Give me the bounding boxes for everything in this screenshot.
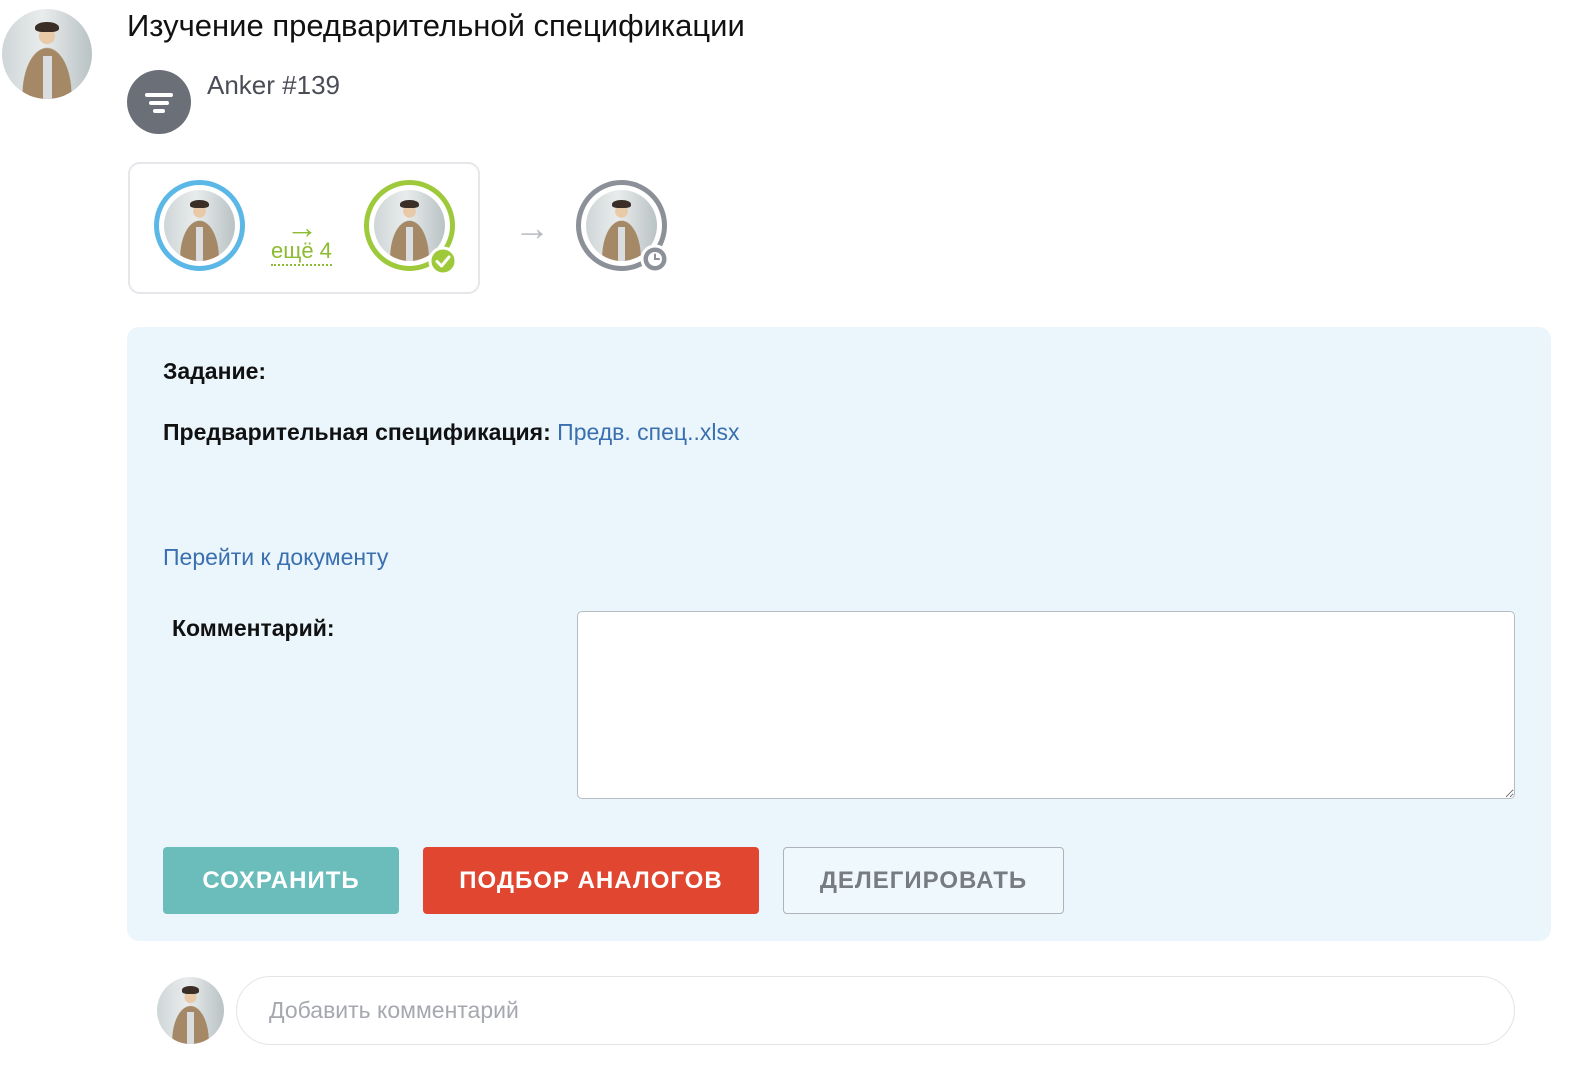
clock-icon — [640, 244, 670, 274]
spec-row: Предварительная спецификация: Предв. спе… — [163, 419, 740, 446]
current-user-avatar — [157, 977, 224, 1044]
author-avatar[interactable] — [2, 9, 92, 99]
comment-textarea[interactable] — [577, 611, 1515, 799]
comment-label: Комментарий: — [172, 615, 335, 641]
route-step-current[interactable] — [154, 180, 245, 271]
check-icon — [428, 246, 458, 276]
add-comment-input[interactable] — [236, 976, 1515, 1045]
goto-document-link[interactable]: Перейти к документу — [163, 544, 388, 571]
more-steps-link[interactable]: ещё 4 — [271, 238, 332, 266]
spec-file-link[interactable]: Предв. спец..xlsx — [557, 419, 739, 445]
analogs-button[interactable]: ПОДБОР АНАЛОГОВ — [423, 847, 759, 914]
step-avatar — [164, 190, 235, 261]
spec-label: Предварительная спецификация: — [163, 419, 551, 445]
task-label: Задание: — [163, 358, 267, 384]
page-title: Изучение предварительной спецификации — [127, 8, 745, 43]
save-button[interactable]: СОХРАНИТЬ — [163, 847, 399, 914]
process-name[interactable]: Anker #139 — [207, 70, 340, 101]
delegate-button[interactable]: ДЕЛЕГИРОВАТЬ — [783, 847, 1064, 914]
arrow-right-icon: → — [514, 207, 550, 248]
process-filter-icon — [127, 70, 191, 134]
